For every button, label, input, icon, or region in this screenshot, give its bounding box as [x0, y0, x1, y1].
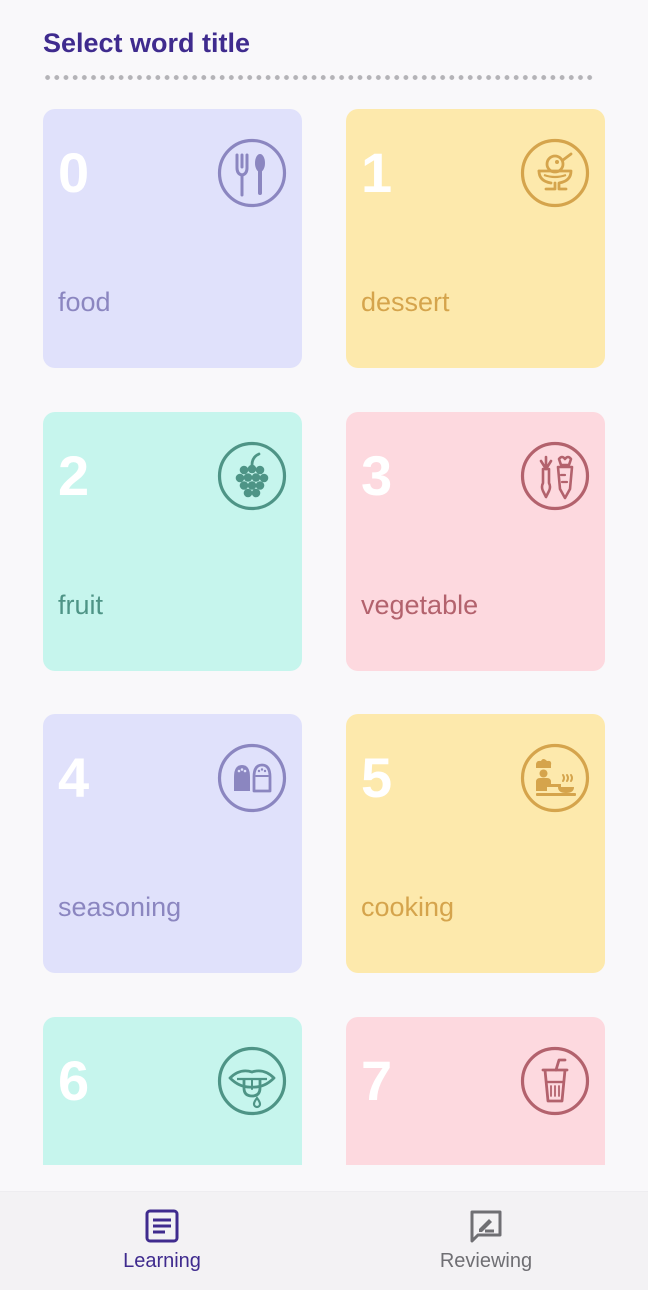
category-number: 4	[58, 746, 90, 809]
category-card-7[interactable]: 7	[346, 1017, 605, 1165]
category-card-food[interactable]: 0 food	[43, 109, 302, 368]
salt-pepper-shaker-icon	[217, 743, 287, 813]
category-card-dessert[interactable]: 1 dessert	[346, 109, 605, 368]
nav-item-reviewing[interactable]: Reviewing	[324, 1192, 648, 1290]
category-label: food	[58, 287, 111, 317]
bottom-navigation: Learning Reviewing	[0, 1191, 648, 1290]
category-number: 0	[58, 141, 90, 204]
category-number: 5	[361, 746, 393, 809]
category-label: cooking	[361, 892, 455, 922]
chef-cooking-icon	[520, 743, 590, 813]
category-card-cooking[interactable]: 5 cooking	[346, 714, 605, 973]
nav-label: Reviewing	[439, 1250, 533, 1272]
page-title: Select word title	[43, 28, 251, 58]
category-number: 2	[58, 444, 90, 507]
category-number: 6	[58, 1049, 90, 1112]
category-number: 3	[361, 444, 393, 507]
tongue-lips-icon	[217, 1046, 287, 1116]
fork-spoon-icon	[217, 138, 287, 208]
category-card-seasoning[interactable]: 4 seasoning	[43, 714, 302, 973]
grapes-icon	[217, 441, 287, 511]
category-card-vegetable[interactable]: 3 vegetable	[346, 412, 605, 671]
drink-cup-straw-icon	[520, 1046, 590, 1116]
nav-label: Learning	[123, 1250, 201, 1272]
ice-cream-sundae-icon	[520, 138, 590, 208]
category-card-fruit[interactable]: 2 fruit	[43, 412, 302, 671]
category-number: 1	[361, 141, 393, 204]
category-grid: 0 food 1 dessert 2 fruit 3 vegetable 4 s…	[0, 95, 648, 1165]
rate-review-icon	[468, 1208, 504, 1244]
carrot-radish-icon	[520, 441, 590, 511]
category-label: seasoning	[58, 892, 182, 922]
category-label: vegetable	[361, 590, 479, 620]
category-label: fruit	[58, 590, 104, 620]
article-icon	[144, 1208, 180, 1244]
nav-item-learning[interactable]: Learning	[0, 1192, 324, 1290]
category-number: 7	[361, 1049, 393, 1112]
dotted-divider	[43, 75, 596, 80]
category-label: dessert	[361, 287, 450, 317]
category-card-6[interactable]: 6	[43, 1017, 302, 1165]
